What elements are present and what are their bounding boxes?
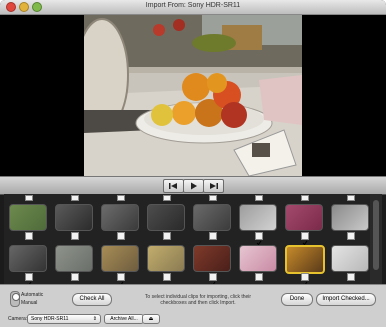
clip-checkbox[interactable] xyxy=(209,232,217,240)
clip-checkbox[interactable] xyxy=(347,232,355,240)
next-clip-button[interactable] xyxy=(203,179,224,193)
clip-thumbnail[interactable] xyxy=(331,204,369,231)
clip-checkbox[interactable] xyxy=(25,195,33,201)
window-title: Import From: Sony HDR-SR11 xyxy=(145,2,241,9)
play-icon xyxy=(191,182,197,190)
clip-thumbnail[interactable] xyxy=(55,204,93,231)
skip-back-icon xyxy=(169,183,177,189)
scrollbar-thumb[interactable] xyxy=(373,200,379,270)
clip-checkbox[interactable] xyxy=(301,273,309,287)
clip-checkbox[interactable] xyxy=(163,232,171,240)
camera-label: Camera: xyxy=(8,316,28,322)
clip-checkbox[interactable] xyxy=(209,273,217,287)
clip-thumbnail[interactable] xyxy=(239,204,277,231)
clip-checkbox[interactable] xyxy=(71,273,79,281)
clip-checkbox[interactable] xyxy=(301,195,309,201)
clip-checkbox[interactable] xyxy=(209,195,217,201)
clip-thumbnail[interactable] xyxy=(101,204,139,231)
manual-label: Manual xyxy=(21,300,38,306)
check-all-button[interactable]: Check All xyxy=(72,293,112,306)
clip-thumbnail[interactable] xyxy=(285,204,323,231)
playback-controls xyxy=(0,176,386,195)
clip-checkbox[interactable] xyxy=(117,195,125,201)
clip-thumbnail[interactable] xyxy=(239,245,277,272)
clip-checkbox[interactable] xyxy=(347,195,355,201)
eject-icon: ⏏ xyxy=(148,316,154,322)
clip-thumbnail[interactable] xyxy=(101,245,139,272)
preview-viewer xyxy=(0,15,386,176)
archive-all-button[interactable]: Archive All... xyxy=(104,314,144,324)
camera-select[interactable]: Sony HDR-SR11 ⇕ xyxy=(27,314,101,324)
clip-thumbnail[interactable] xyxy=(147,204,185,231)
play-button[interactable] xyxy=(183,179,204,193)
clip-thumbnail[interactable] xyxy=(331,245,369,272)
clip-scrollbar[interactable] xyxy=(370,194,382,284)
import-window: Import From: Sony HDR-SR11 Automatic Man… xyxy=(0,0,386,327)
previous-clip-button[interactable] xyxy=(163,179,184,193)
bottom-toolbar: Automatic Manual Check All To select ind… xyxy=(0,284,386,327)
clip-checkbox[interactable] xyxy=(163,195,171,201)
clip-checkbox[interactable] xyxy=(117,232,125,240)
skip-forward-icon xyxy=(210,183,218,189)
clip-browser xyxy=(4,194,370,287)
title-bar: Import From: Sony HDR-SR11 xyxy=(0,0,386,15)
clip-checkbox[interactable] xyxy=(255,232,263,246)
clip-checkbox[interactable] xyxy=(25,273,33,287)
clip-checkbox[interactable] xyxy=(163,273,171,281)
clip-checkbox[interactable] xyxy=(347,273,355,281)
clip-checkbox[interactable] xyxy=(71,232,79,240)
mode-switch[interactable] xyxy=(10,291,20,307)
automatic-label: Automatic xyxy=(21,292,44,298)
preview-frame xyxy=(84,15,302,176)
clip-thumbnail[interactable] xyxy=(9,245,47,272)
chevron-updown-icon: ⇕ xyxy=(92,316,97,322)
clip-thumbnail[interactable] xyxy=(55,245,93,272)
clip-thumbnail[interactable] xyxy=(147,245,185,272)
clip-checkbox[interactable] xyxy=(71,195,79,201)
done-button[interactable]: Done xyxy=(281,293,313,306)
clip-checkbox[interactable] xyxy=(301,232,309,246)
clip-thumbnail[interactable] xyxy=(193,245,231,272)
clip-thumbnail[interactable] xyxy=(285,245,325,274)
camera-select-value: Sony HDR-SR11 xyxy=(31,316,69,322)
eject-button[interactable]: ⏏ xyxy=(142,314,160,324)
clip-thumbnail[interactable] xyxy=(9,204,47,231)
clip-thumbnail[interactable] xyxy=(193,204,231,231)
import-checked-button[interactable]: Import Checked... xyxy=(316,293,376,306)
clip-checkbox[interactable] xyxy=(255,195,263,201)
clip-checkbox[interactable] xyxy=(255,273,263,281)
clip-checkbox[interactable] xyxy=(25,232,33,240)
import-hint: To select individual clips for importing… xyxy=(144,294,252,306)
clip-checkbox[interactable] xyxy=(117,273,125,287)
